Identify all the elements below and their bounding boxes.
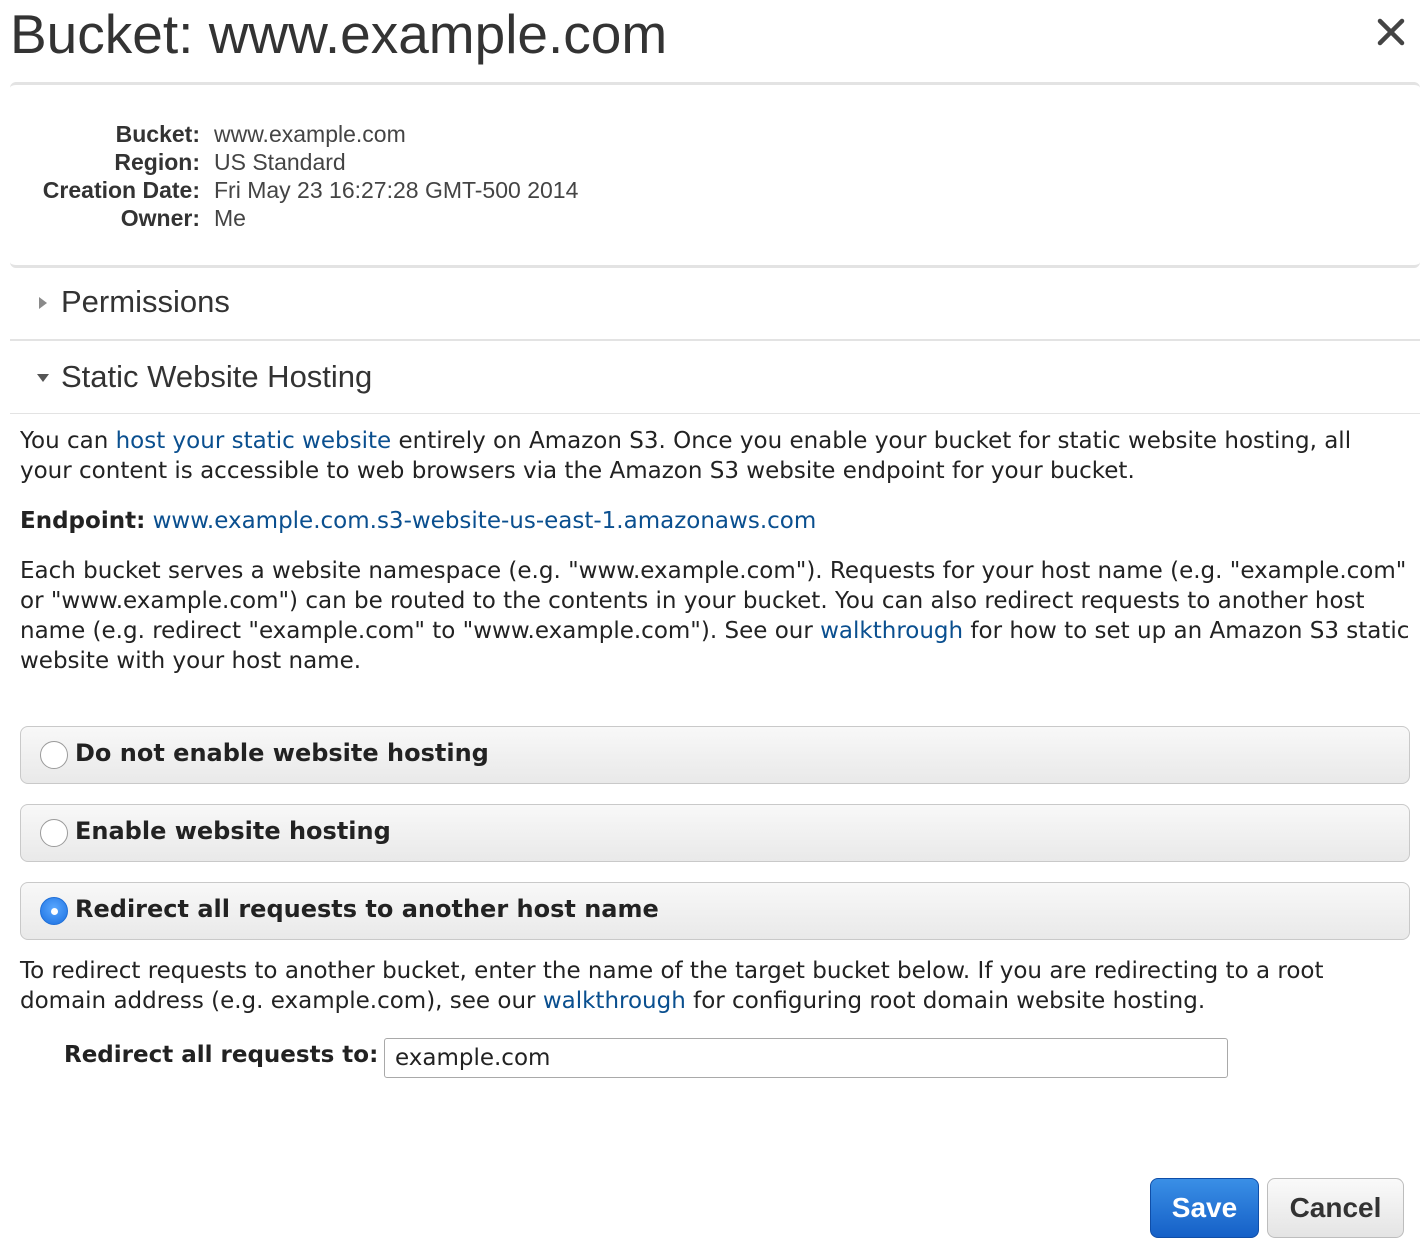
endpoint-label: Endpoint: <box>20 508 146 534</box>
radio-button[interactable] <box>40 741 68 769</box>
intro-text-start: You can <box>20 428 116 454</box>
section-static-website-hosting[interactable]: Static Website Hosting <box>10 341 1420 417</box>
property-label: Owner: <box>120 205 200 231</box>
option-label: Do not enable website hosting <box>75 739 489 767</box>
property-row-creation-date: Creation Date: Fri May 23 16:27:28 GMT-5… <box>10 176 810 204</box>
property-value: Me <box>214 205 246 231</box>
section-permissions[interactable]: Permissions <box>10 266 1420 342</box>
redirect-target-input[interactable] <box>384 1038 1228 1078</box>
section-permissions-label: Permissions <box>61 284 230 319</box>
property-row-bucket: Bucket: www.example.com <box>10 120 810 148</box>
radio-button-selected[interactable] <box>40 897 68 925</box>
property-label: Bucket: <box>115 121 200 147</box>
property-value: US Standard <box>214 149 346 175</box>
property-value: Fri May 23 16:27:28 GMT-500 2014 <box>214 177 579 203</box>
property-label: Region: <box>114 149 200 175</box>
hosting-intro-text: You can host your static website entirel… <box>20 426 1410 486</box>
redirect-description: To redirect requests to another bucket, … <box>20 956 1410 1016</box>
close-button[interactable] <box>1372 13 1410 51</box>
redirect-text-end: for configuring root domain website host… <box>685 988 1206 1014</box>
close-icon <box>1377 18 1405 46</box>
property-label: Creation Date: <box>42 177 200 203</box>
option-enable-hosting[interactable]: Enable website hosting <box>20 804 1410 862</box>
walkthrough-link[interactable]: walkthrough <box>543 988 686 1014</box>
property-row-region: Region: US Standard <box>10 148 810 176</box>
option-label: Enable website hosting <box>75 817 391 845</box>
section-static-website-hosting-label: Static Website Hosting <box>61 359 373 394</box>
dialog-title: Bucket: www.example.com <box>10 3 668 65</box>
property-row-owner: Owner: Me <box>10 204 810 232</box>
host-static-website-link[interactable]: host your static website <box>116 428 392 454</box>
option-label: Redirect all requests to another host na… <box>75 895 659 923</box>
option-redirect-all-requests[interactable]: Redirect all requests to another host na… <box>20 882 1410 940</box>
caret-right-icon <box>39 297 47 309</box>
redirect-target-label: Redirect all requests to: <box>64 1042 379 1068</box>
bucket-properties-panel: Bucket: www.example.com Region: US Stand… <box>10 82 1420 268</box>
endpoint-link[interactable]: www.example.com.s3-website-us-east-1.ama… <box>153 508 817 534</box>
endpoint-line: Endpoint: www.example.com.s3-website-us-… <box>20 506 1410 536</box>
option-do-not-enable-hosting[interactable]: Do not enable website hosting <box>20 726 1410 784</box>
property-value: www.example.com <box>214 121 406 147</box>
caret-down-icon <box>37 374 49 382</box>
save-button[interactable]: Save <box>1150 1178 1259 1238</box>
radio-button[interactable] <box>40 819 68 847</box>
section-divider <box>10 413 1420 414</box>
walkthrough-link[interactable]: walkthrough <box>820 618 963 644</box>
cancel-button[interactable]: Cancel <box>1267 1178 1404 1238</box>
radio-dot <box>51 908 58 915</box>
namespace-description: Each bucket serves a website namespace (… <box>20 556 1410 676</box>
